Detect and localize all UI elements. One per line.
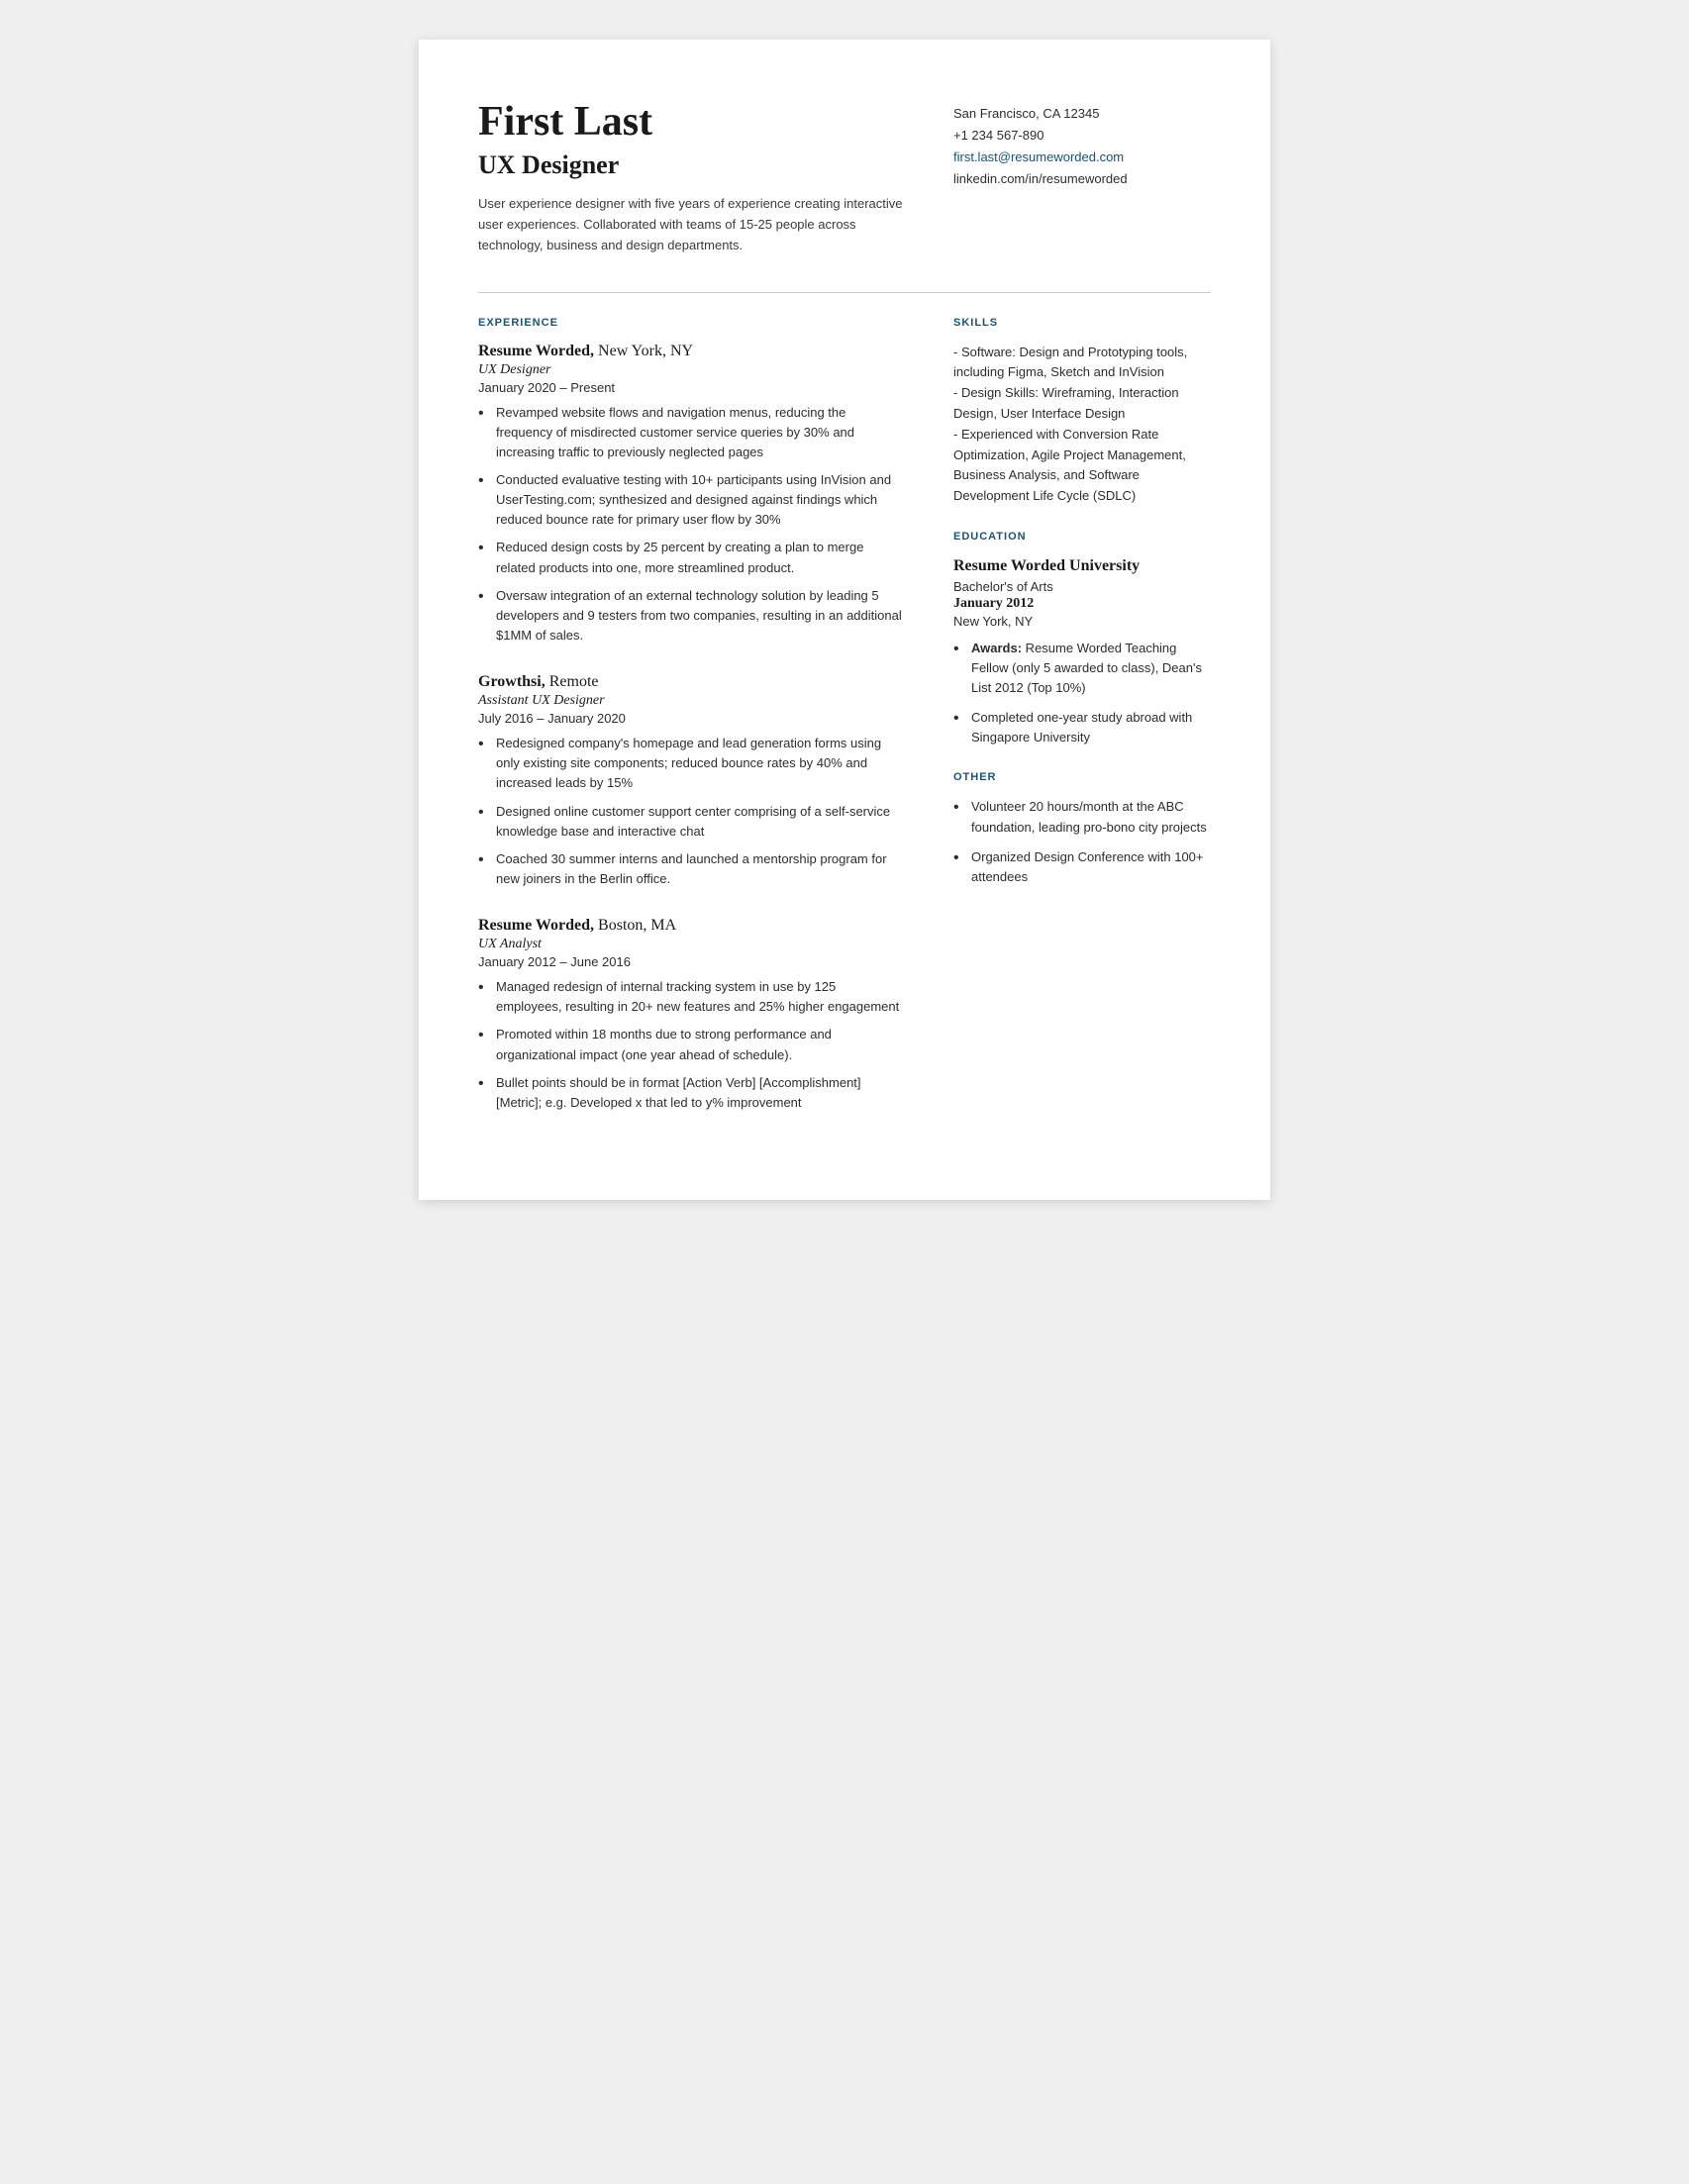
job-title-1: UX Designer [478,362,904,378]
bullet-list-1: Revamped website flows and navigation me… [478,403,904,646]
bullet-1-1: Revamped website flows and navigation me… [478,403,904,462]
candidate-summary: User experience designer with five years… [478,194,914,255]
skills-section: SKILLS - Software: Design and Prototypin… [953,317,1211,507]
date-line-2: July 2016 – January 2020 [478,711,904,726]
company-name-1: Resume Worded, [478,343,594,359]
body-columns: EXPERIENCE Resume Worded, New York, NY U… [478,317,1211,1141]
other-bullets: Volunteer 20 hours/month at the ABC foun… [953,797,1211,887]
education-section: EDUCATION Resume Worded University Bache… [953,531,1211,748]
other-section: OTHER Volunteer 20 hours/month at the AB… [953,771,1211,887]
bullet-3-1: Managed redesign of internal tracking sy… [478,977,904,1017]
other-heading: OTHER [953,771,1211,783]
bullet-1-4: Oversaw integration of an external techn… [478,586,904,645]
contact-info: San Francisco, CA 12345 +1 234 567-890 f… [953,99,1211,256]
company-name-2: Growthsi, [478,673,546,690]
company-name-3: Resume Worded, [478,917,594,934]
bullet-2-1: Redesigned company's homepage and lead g… [478,734,904,793]
education-heading: EDUCATION [953,531,1211,543]
edu-date: January 2012 [953,596,1211,612]
header-left: First Last UX Designer User experience d… [478,99,953,256]
other-bullet-2: Organized Design Conference with 100+ at… [953,847,1211,887]
experience-heading: EXPERIENCE [478,317,904,329]
skills-text: - Software: Design and Prototyping tools… [953,343,1211,507]
date-line-1: January 2020 – Present [478,380,904,395]
company-location-1: New York, NY [594,343,693,359]
right-column: SKILLS - Software: Design and Prototypin… [953,317,1211,1141]
edu-bullet-2: Completed one-year study abroad with Sin… [953,708,1211,747]
job-block-1: Resume Worded, New York, NY UX Designer … [478,343,904,646]
resume-document: First Last UX Designer User experience d… [419,40,1270,1200]
contact-linkedin: linkedin.com/in/resumeworded [953,168,1211,190]
edu-location: New York, NY [953,614,1211,629]
bullet-1-3: Reduced design costs by 25 percent by cr… [478,538,904,577]
contact-address: San Francisco, CA 12345 [953,103,1211,125]
job-block-2: Growthsi, Remote Assistant UX Designer J… [478,673,904,889]
contact-email: first.last@resumeworded.com [953,147,1211,168]
edu-bullet-2-text: Completed one-year study abroad with Sin… [971,710,1192,745]
company-location-2: Remote [546,673,599,690]
company-line-1: Resume Worded, New York, NY [478,343,904,360]
bullet-2-3: Coached 30 summer interns and launched a… [478,849,904,889]
job-title-2: Assistant UX Designer [478,693,904,709]
edu-school: Resume Worded University [953,556,1211,577]
bullet-3-2: Promoted within 18 months due to strong … [478,1025,904,1064]
date-line-3: January 2012 – June 2016 [478,954,904,969]
header-divider [478,292,1211,293]
edu-bullets: Awards: Resume Worded Teaching Fellow (o… [953,639,1211,748]
bullet-list-2: Redesigned company's homepage and lead g… [478,734,904,889]
company-line-2: Growthsi, Remote [478,673,904,691]
skills-heading: SKILLS [953,317,1211,329]
company-line-3: Resume Worded, Boston, MA [478,917,904,935]
header-section: First Last UX Designer User experience d… [478,99,1211,256]
job-block-3: Resume Worded, Boston, MA UX Analyst Jan… [478,917,904,1113]
email-link[interactable]: first.last@resumeworded.com [953,149,1124,164]
bullet-list-3: Managed redesign of internal tracking sy… [478,977,904,1113]
edu-degree: Bachelor's of Arts [953,579,1211,594]
left-column: EXPERIENCE Resume Worded, New York, NY U… [478,317,953,1141]
edu-bullet-1-label: Awards: [971,641,1022,655]
contact-phone: +1 234 567-890 [953,125,1211,147]
job-title-3: UX Analyst [478,937,904,952]
company-location-3: Boston, MA [594,917,676,934]
other-bullet-1: Volunteer 20 hours/month at the ABC foun… [953,797,1211,837]
edu-bullet-1: Awards: Resume Worded Teaching Fellow (o… [953,639,1211,698]
bullet-3-3: Bullet points should be in format [Actio… [478,1073,904,1113]
candidate-title: UX Designer [478,150,914,180]
bullet-2-2: Designed online customer support center … [478,802,904,842]
bullet-1-2: Conducted evaluative testing with 10+ pa… [478,470,904,530]
candidate-name: First Last [478,99,914,145]
